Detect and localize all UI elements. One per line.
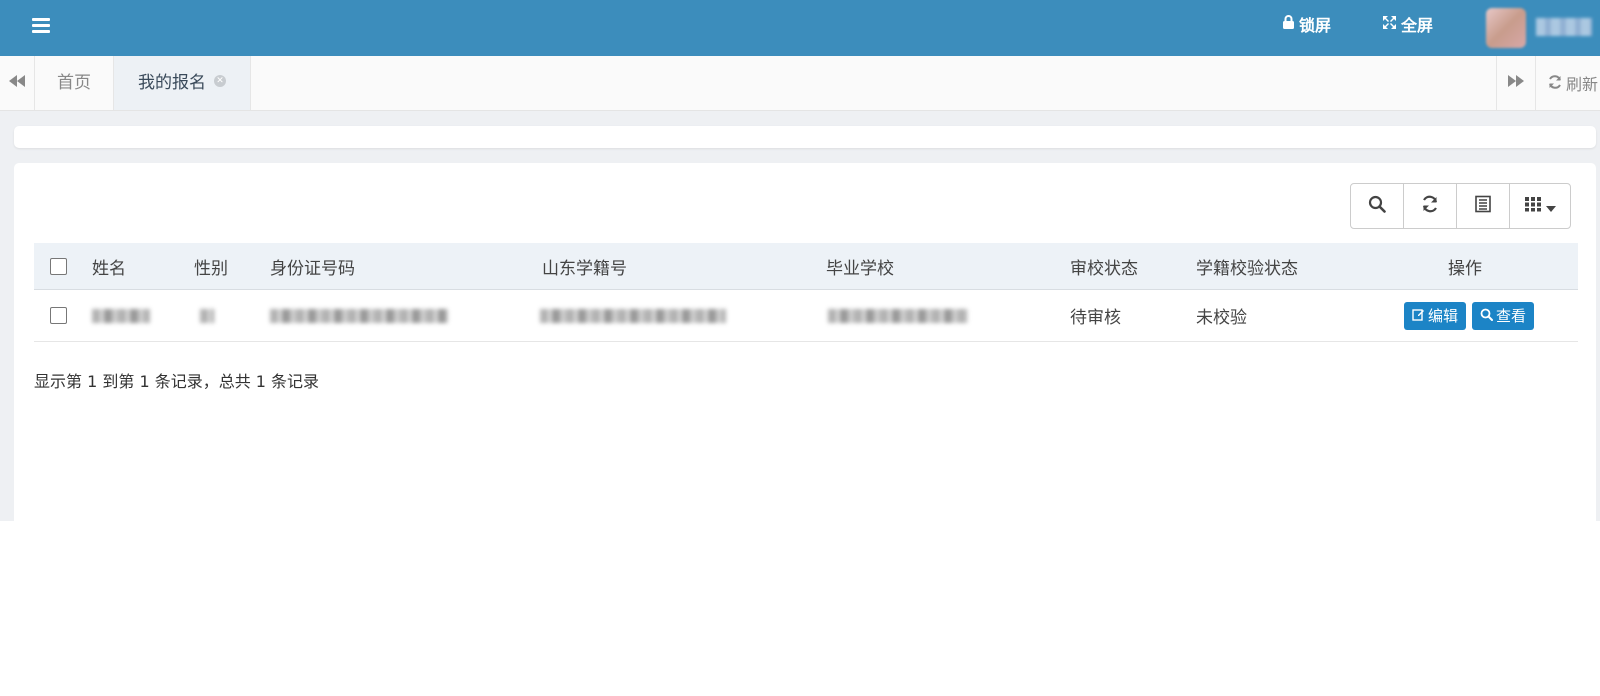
column-header-school[interactable]: 毕业学校: [826, 243, 894, 289]
student-number-cell: [540, 290, 726, 341]
edit-button[interactable]: 编辑: [1404, 301, 1467, 330]
refresh-table-button[interactable]: [1404, 184, 1457, 228]
column-header-student-number[interactable]: 山东学籍号: [542, 243, 627, 289]
tab-home-label: 首页: [57, 73, 91, 93]
redacted-student-number: [540, 308, 726, 323]
tab-bar: 首页 我的报名 ✕ 刷新: [0, 56, 1600, 111]
lock-icon: [1282, 12, 1295, 40]
redacted-gender: [200, 308, 214, 323]
redacted-school: [828, 308, 968, 323]
table-toolbar: [1350, 183, 1571, 229]
edit-icon: [1412, 307, 1425, 325]
actions-cell: 编辑 查看: [1404, 290, 1535, 341]
caret-down-icon: [1546, 197, 1556, 216]
column-header-verify-status[interactable]: 学籍校验状态: [1196, 243, 1298, 289]
column-header-actions: 操作: [1448, 258, 1482, 279]
pagination-summary: 显示第 1 到第 1 条记录，总共 1 条记录: [34, 372, 320, 391]
username[interactable]: [1536, 18, 1592, 36]
avatar[interactable]: [1486, 8, 1526, 48]
redacted-name: [92, 308, 150, 323]
scroll-tabs-left-button[interactable]: [0, 56, 35, 110]
table-row: 待审核 未校验 编辑 查看: [34, 290, 1578, 342]
name-cell: [92, 290, 150, 341]
column-header-gender[interactable]: 性别: [194, 243, 228, 289]
top-header: 锁屏 全屏: [0, 0, 1600, 56]
column-header-name[interactable]: 姓名: [92, 243, 126, 289]
lock-screen-label: 锁屏: [1299, 16, 1332, 35]
grid-icon: [1524, 196, 1542, 216]
search-panel: [14, 126, 1596, 148]
school-cell: [828, 290, 968, 341]
row-checkbox[interactable]: [50, 307, 67, 324]
fullscreen-label: 全屏: [1401, 16, 1434, 35]
refresh-icon: [1548, 74, 1562, 93]
fullscreen-button[interactable]: 全屏: [1382, 12, 1433, 40]
tab-my-registration-label: 我的报名: [138, 73, 206, 93]
list-icon: [1474, 195, 1492, 217]
select-all-checkbox[interactable]: [50, 257, 67, 275]
refresh-tab-label: 刷新: [1566, 75, 1599, 94]
row-select-cell: [50, 290, 67, 341]
search-icon: [1368, 195, 1386, 217]
column-header-id-number[interactable]: 身份证号码: [270, 243, 355, 289]
close-icon[interactable]: ✕: [214, 75, 226, 87]
view-button[interactable]: 查看: [1472, 301, 1535, 330]
lock-screen-button[interactable]: 锁屏: [1282, 12, 1331, 40]
menu-toggle-icon[interactable]: [32, 16, 50, 34]
search-icon: [1480, 307, 1494, 325]
expand-icon: [1382, 12, 1397, 40]
scroll-tabs-right-button[interactable]: [1496, 56, 1535, 110]
search-button[interactable]: [1351, 184, 1404, 228]
columns-dropdown-button[interactable]: [1510, 184, 1570, 228]
view-label: 查看: [1496, 307, 1527, 325]
column-header-audit-status[interactable]: 审校状态: [1070, 243, 1138, 289]
forward-icon: [1508, 75, 1524, 91]
table-header-row: 姓名 性别 身份证号码 山东学籍号 毕业学校 审校状态 学籍校验状态 操作: [34, 243, 1578, 290]
verify-status-cell: 未校验: [1196, 308, 1247, 328]
refresh-tab-button[interactable]: 刷新: [1535, 56, 1600, 110]
gender-cell: [200, 290, 214, 341]
tab-my-registration[interactable]: 我的报名 ✕: [114, 56, 251, 110]
refresh-icon: [1421, 195, 1439, 217]
backward-icon: [9, 75, 25, 91]
redacted-id-number: [270, 308, 448, 323]
tab-home[interactable]: 首页: [35, 56, 114, 110]
toggle-view-button[interactable]: [1457, 184, 1510, 228]
edit-label: 编辑: [1428, 307, 1459, 325]
audit-status-cell: 待审核: [1070, 308, 1121, 328]
id-number-cell: [270, 290, 448, 341]
select-all-cell: [50, 243, 67, 289]
